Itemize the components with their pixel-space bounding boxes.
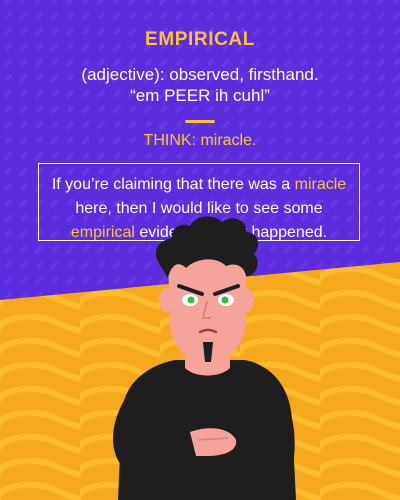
man-illustration-icon [113,216,296,500]
vocab-card: EMPIRICAL (adjective): observed, firstha… [0,0,400,500]
